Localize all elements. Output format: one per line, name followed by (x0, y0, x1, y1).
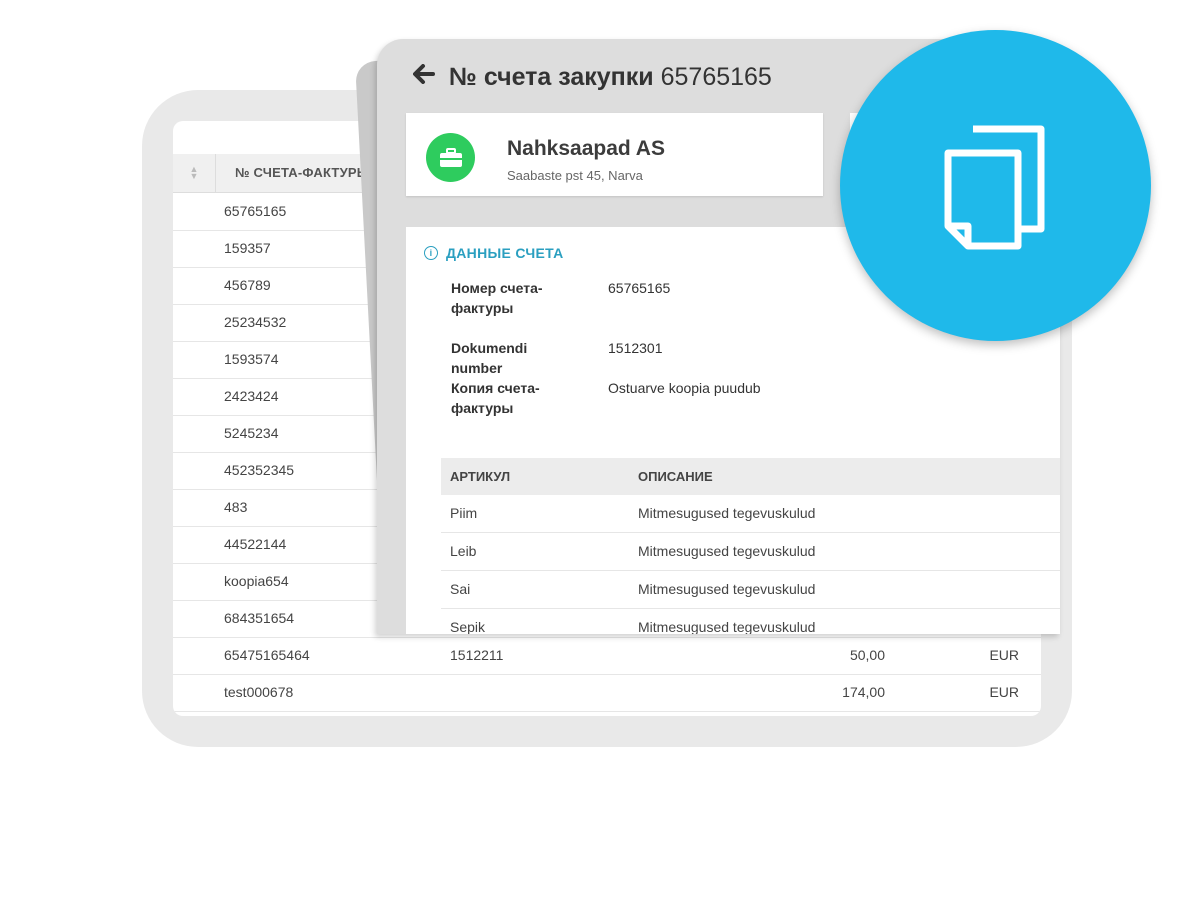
company-address: Saabaste pst 45, Narva (507, 168, 643, 183)
section-title: ДАННЫЕ СЧЕТА (446, 245, 564, 261)
items-table: АРТИКУЛ ОПИСАНИЕ Piim Mitmesugused tegev… (441, 458, 1060, 634)
table-row[interactable]: Sai Mitmesugused tegevuskulud (441, 571, 1060, 609)
article-cell: Piim (450, 505, 478, 521)
currency-cell: EUR (989, 684, 1019, 700)
invoice-number-cell: 452352345 (224, 462, 295, 478)
section-header: i ДАННЫЕ СЧЕТА (424, 245, 564, 261)
amount-cell: 174,00 (842, 684, 885, 700)
briefcase-icon (426, 133, 475, 182)
arrow-left-icon[interactable] (413, 63, 435, 91)
invoice-number-cell: koopia654 (224, 573, 289, 589)
invoice-copy-label: Копия счета-фактуры (451, 380, 540, 416)
description-cell: Mitmesugused tegevuskulud (638, 505, 816, 521)
column-header-article[interactable]: АРТИКУЛ (450, 458, 510, 495)
invoice-number-cell: 2423424 (224, 388, 279, 404)
company-card[interactable]: Nahksaapad AS Saabaste pst 45, Narva (406, 113, 823, 196)
table-row[interactable]: Piim Mitmesugused tegevuskulud (441, 495, 1060, 533)
items-table-header: АРТИКУЛ ОПИСАНИЕ (441, 458, 1060, 495)
table-row[interactable]: 65475165464 1512211 50,00 EUR (173, 637, 1041, 675)
article-cell: Sepik (450, 619, 486, 634)
currency-cell: EUR (989, 647, 1019, 663)
documents-badge (840, 30, 1151, 341)
description-cell: Mitmesugused tegevuskulud (638, 543, 816, 559)
info-icon: i (424, 246, 438, 260)
modal-title-bar: № счета закупки 65765165 (413, 59, 772, 95)
invoice-number-cell: test000678 (224, 684, 294, 700)
invoice-number-cell: 1593574 (224, 351, 279, 367)
invoice-number-value: 65765165 (608, 280, 671, 296)
document-number-cell: 1512211 (450, 647, 504, 663)
document-number-label: Dokumendi number (451, 340, 528, 376)
column-header-invoice-number[interactable]: № СЧЕТА-ФАКТУРЫ (235, 154, 370, 192)
table-row[interactable]: Sepik Mitmesugused tegevuskulud (441, 609, 1060, 634)
sort-toggle[interactable]: ▲ ▼ (173, 154, 216, 192)
sort-icon: ▲ ▼ (189, 164, 199, 181)
invoice-copy-value: Ostuarve koopia puudub (608, 380, 761, 396)
table-row[interactable]: Leib Mitmesugused tegevuskulud (441, 533, 1060, 571)
company-name: Nahksaapad AS (507, 137, 665, 160)
document-number-value: 1512301 (608, 340, 663, 356)
page-title: № счета закупки (449, 62, 654, 91)
column-header-description[interactable]: ОПИСАНИЕ (638, 458, 713, 495)
invoice-number-cell: 25234532 (224, 314, 287, 330)
invoice-number-cell: 65765165 (224, 203, 287, 219)
invoice-number-cell: 684351654 (224, 610, 295, 626)
invoice-number-cell: 5245234 (224, 425, 279, 441)
description-cell: Mitmesugused tegevuskulud (638, 581, 816, 597)
documents-copy-icon (944, 125, 1045, 250)
invoice-number-cell: 44522144 (224, 536, 287, 552)
table-row[interactable]: test000678 174,00 EUR (173, 674, 1041, 712)
article-cell: Sai (450, 581, 471, 597)
article-cell: Leib (450, 543, 477, 559)
amount-cell: 50,00 (849, 647, 885, 663)
page-title-number: 65765165 (660, 62, 772, 91)
invoice-number-label: Номер счета-фактуры (451, 280, 543, 316)
invoice-number-cell: 483 (224, 499, 248, 515)
invoice-number-cell: 159357 (224, 240, 271, 256)
description-cell: Mitmesugused tegevuskulud (638, 619, 816, 634)
invoice-number-cell: 456789 (224, 277, 271, 293)
invoice-number-cell: 65475165464 (224, 647, 310, 663)
